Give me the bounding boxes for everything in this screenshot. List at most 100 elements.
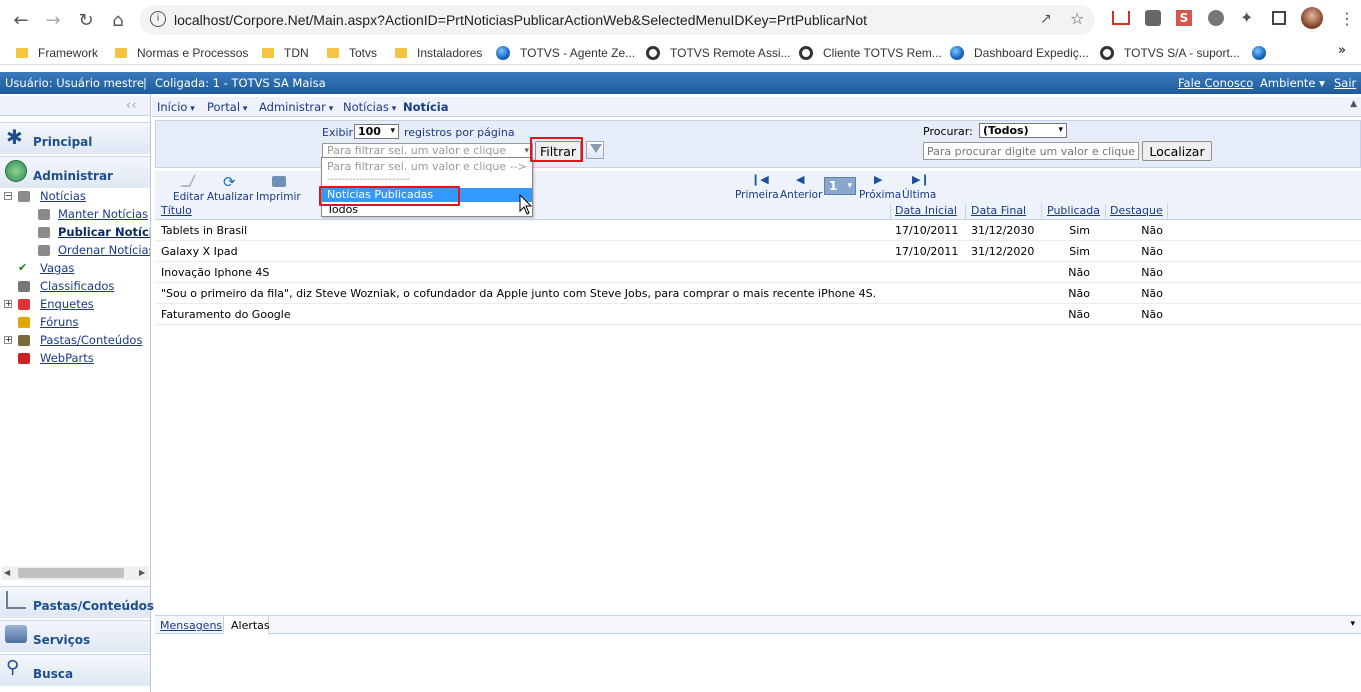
browser-toolbar: ← → ↻ ⌂ i localhost/Corpore.Net/Main.asp… (0, 0, 1361, 40)
address-bar[interactable]: i localhost/Corpore.Net/Main.aspx?Action… (140, 5, 1095, 35)
sidepanel-icon[interactable] (1272, 11, 1286, 25)
contact-link[interactable]: Fale Conosco (1178, 76, 1253, 90)
bookmark-item[interactable]: Normas e Processos (115, 44, 248, 62)
sidebar-item-label[interactable]: Publicar Notícia (58, 225, 150, 239)
sidebar-item-label[interactable]: Notícias (40, 189, 86, 203)
gmail-icon[interactable] (1112, 11, 1130, 25)
table-row[interactable]: Inovação Iphone 4S Não Não (155, 262, 1361, 283)
sidebar-item-label[interactable]: Manter Notícias (58, 207, 148, 221)
tab-mensagens[interactable]: Mensagens (160, 619, 222, 632)
bottom-tabs: Mensagens Alertas ▾ (155, 615, 1361, 634)
column-header-data-inicial[interactable]: Data Inicial (895, 204, 957, 219)
forward-icon[interactable]: → (41, 8, 65, 32)
scroll-left-icon[interactable]: ◀ (4, 568, 10, 577)
ambiente-menu[interactable]: Ambiente ▾ (1260, 76, 1325, 90)
sidebar-item-label[interactable]: WebParts (40, 351, 94, 365)
chevron-down-icon: ▾ (847, 181, 852, 191)
table-row[interactable]: Faturamento do Google Não Não (155, 304, 1361, 325)
table-cell: Não (1068, 287, 1090, 300)
horizontal-scrollbar[interactable]: ◀ ▶ (2, 566, 149, 580)
table-row[interactable]: Galaxy X Ipad 17/10/2011 31/12/2020 Sim Não (155, 241, 1361, 262)
prev-page-icon: ◀ (796, 173, 805, 186)
bookmark-item[interactable]: Totvs (327, 44, 377, 62)
sidebar-item-label[interactable]: Classificados (40, 279, 114, 293)
logout-link[interactable]: Sair (1334, 76, 1356, 90)
puzzle-icon[interactable]: ✦ (1240, 8, 1253, 27)
next-page-icon: ▶ (874, 173, 883, 186)
sidebar-section-servicos[interactable]: Serviços (0, 620, 150, 652)
extension-icon[interactable] (1145, 10, 1161, 26)
scroll-thumb[interactable] (18, 568, 124, 578)
dropdown-option-placeholder[interactable]: Para filtrar sel. um valor e clique --> (327, 160, 527, 173)
bookmark-label: TOTVS Remote Assi... (670, 46, 791, 60)
breadcrumb-item[interactable]: Notícias ▾ (343, 100, 396, 114)
url-text[interactable]: localhost/Corpore.Net/Main.aspx?ActionID… (174, 12, 867, 28)
breadcrumb-item[interactable]: Início ▾ (157, 100, 195, 114)
bookmark-item[interactable]: TOTVS - Agente Ze... (496, 44, 635, 62)
sidebar-item-label[interactable]: Enquetes (40, 297, 94, 311)
bookmark-item[interactable]: Dashboard Expediç... (950, 44, 1089, 62)
share-icon[interactable]: ↗ (1040, 11, 1052, 27)
table-cell: "Sou o primeiro da fila", diz Steve Wozn… (161, 287, 877, 300)
filter-icon[interactable] (586, 141, 604, 159)
tab-alertas[interactable]: Alertas (223, 615, 270, 634)
bookmark-item[interactable]: TDN (262, 44, 309, 62)
sidebar-item-label[interactable]: Vagas (40, 261, 74, 275)
star-icon[interactable]: ☆ (1070, 9, 1084, 28)
chevron-down-icon: ▾ (325, 104, 334, 114)
bookmark-label: TOTVS - Agente Ze... (520, 46, 636, 60)
mouse-cursor-icon (519, 194, 533, 215)
collapse-up-icon[interactable]: ▲ (1350, 99, 1357, 109)
bookmark-label: Dashboard Expediç... (974, 46, 1089, 60)
table-cell: Não (1141, 266, 1163, 279)
chevron-down-icon: ▾ (187, 104, 195, 114)
more-bookmarks-icon[interactable]: » (1338, 43, 1346, 58)
home-icon[interactable]: ⌂ (106, 8, 130, 32)
bookmark-item[interactable]: TOTVS S/A - suport... (1100, 44, 1240, 62)
column-header-publicada[interactable]: Publicada (1047, 204, 1100, 219)
expand-node-icon[interactable]: + (4, 300, 12, 308)
bookmark-item[interactable]: Framework (16, 44, 98, 62)
column-header-data-final[interactable]: Data Final (971, 204, 1026, 219)
sidebar-tree: − Notícias Manter Notícias Publicar Notícia… (0, 94, 150, 394)
page-select[interactable]: 1 ▾ (824, 177, 856, 195)
collapse-node-icon[interactable]: − (4, 192, 12, 200)
table-cell: 31/12/2030 (971, 224, 1035, 237)
chevron-down-icon[interactable]: ▾ (1350, 619, 1355, 629)
column-header-destaque[interactable]: Destaque (1110, 204, 1163, 219)
scroll-right-icon[interactable]: ▶ (139, 568, 145, 577)
bookmark-item[interactable]: Cliente TOTVS Rem... (799, 44, 942, 62)
sidebar-item-label[interactable]: Ordenar Notícias (58, 243, 150, 257)
chevron-down-icon: ▾ (388, 104, 397, 114)
forum-icon (18, 317, 30, 328)
search-input[interactable] (923, 142, 1139, 160)
sidebar-section-pastas[interactable]: Pastas/Conteúdos (0, 586, 154, 618)
localizar-button[interactable]: Localizar (1142, 141, 1212, 161)
sidebar-item-label[interactable]: Fóruns (40, 315, 79, 329)
table-row[interactable]: Tablets in Brasil 17/10/2011 31/12/2030 Sim… (155, 220, 1361, 241)
globe-icon[interactable] (1252, 46, 1266, 60)
s-extension-icon[interactable]: S (1176, 10, 1192, 26)
link-extension-icon[interactable] (1208, 10, 1224, 26)
procurar-select[interactable]: (Todos) ▾ (979, 123, 1067, 138)
table-row[interactable]: "Sou o primeiro da fila", diz Steve Wozn… (155, 283, 1361, 304)
sidebar-section-busca[interactable]: ⚲ Busca (0, 654, 150, 686)
back-icon[interactable]: ← (9, 8, 33, 32)
folder-icon (395, 48, 407, 58)
breadcrumb-item[interactable]: Portal ▾ (207, 100, 247, 114)
bookmark-label: Totvs (349, 46, 378, 60)
bookmark-item[interactable]: Instaladores (395, 44, 482, 62)
menu-icon[interactable]: ⋮ (1339, 9, 1355, 28)
breadcrumb-item[interactable]: Administrar ▾ (259, 100, 333, 114)
avatar[interactable] (1301, 7, 1323, 29)
expand-node-icon[interactable]: + (4, 336, 12, 344)
chevron-down-icon: ▾ (240, 104, 248, 114)
table-cell: Não (1141, 224, 1163, 237)
info-icon[interactable]: i (150, 11, 166, 27)
reload-icon[interactable]: ↻ (74, 8, 98, 32)
folders-icon (18, 335, 30, 346)
column-header-title[interactable]: Título (161, 204, 192, 219)
bookmark-item[interactable]: TOTVS Remote Assi... (646, 44, 790, 62)
page-size-select[interactable]: 100 ▾ (354, 124, 399, 139)
sidebar-item-label[interactable]: Pastas/Conteúdos (40, 333, 142, 347)
